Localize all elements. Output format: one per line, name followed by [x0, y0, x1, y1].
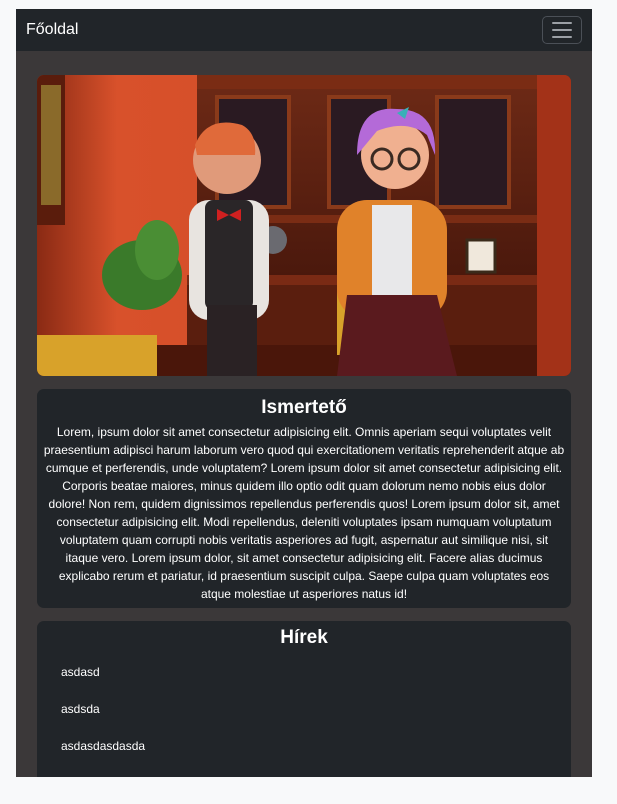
navbar-brand-link[interactable]: Főoldal	[26, 21, 78, 39]
news-title: Hírek	[280, 627, 328, 648]
news-list: asdasd asdsda asdasdasdasda	[61, 665, 547, 753]
about-text: Lorem, ipsum dolor sit amet consectetur …	[43, 425, 565, 601]
news-item[interactable]: asdsda	[61, 702, 547, 716]
news-item[interactable]: asdasdasdasda	[61, 739, 547, 753]
hero-image	[37, 75, 571, 376]
navbar: Főoldal	[16, 9, 592, 51]
app-container: Főoldal Ismertető Lorem, ipsum dolor sit…	[16, 9, 592, 777]
about-title: Ismertető	[261, 397, 347, 418]
hamburger-menu-icon[interactable]	[542, 16, 582, 44]
news-card: Hírek asdasd asdsda asdasdasdasda	[37, 621, 571, 777]
about-card: Ismertető Lorem, ipsum dolor sit amet co…	[37, 389, 571, 608]
news-item[interactable]: asdasd	[61, 665, 547, 679]
